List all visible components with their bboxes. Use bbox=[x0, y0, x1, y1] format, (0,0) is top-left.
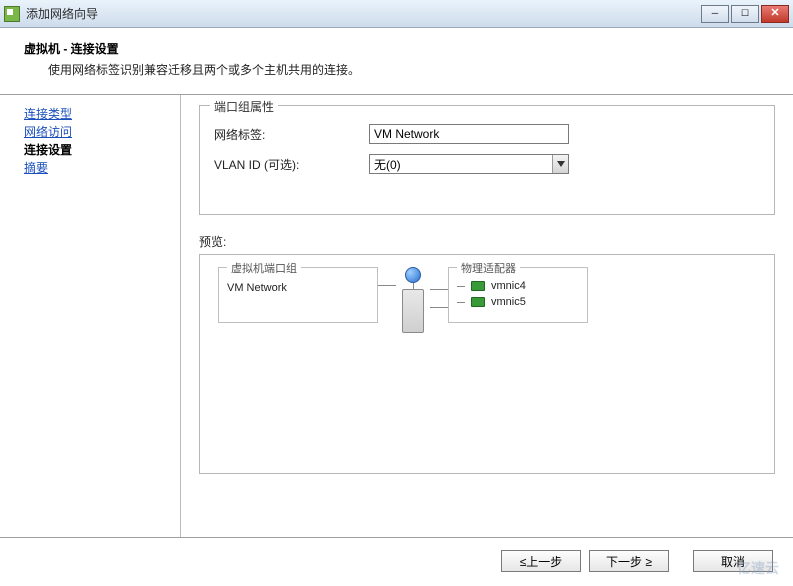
network-label-input[interactable] bbox=[369, 124, 569, 144]
close-button[interactable]: ✕ bbox=[761, 5, 789, 23]
window-title: 添加网络向导 bbox=[26, 5, 701, 22]
cancel-button[interactable]: 取消 bbox=[693, 550, 773, 572]
nic-name: vmnic5 bbox=[491, 296, 526, 308]
connector-line bbox=[378, 285, 396, 286]
network-label-label: 网络标签: bbox=[214, 126, 369, 143]
vlan-select-value: 无(0) bbox=[370, 156, 552, 173]
connector-line bbox=[457, 302, 465, 303]
page-title: 虚拟机 - 连接设置 bbox=[24, 40, 769, 57]
nic-row: vmnic4 bbox=[457, 280, 579, 292]
vm-port-group-name: VM Network bbox=[227, 282, 369, 294]
connector-line bbox=[457, 286, 465, 287]
nic-row: vmnic5 bbox=[457, 296, 579, 308]
connector-line bbox=[430, 307, 448, 308]
app-icon bbox=[4, 6, 20, 22]
vswitch-icon bbox=[402, 289, 424, 333]
physical-adapters-box: 物理适配器 vmnic4 vmnic5 bbox=[448, 267, 588, 323]
vlan-label: VLAN ID (可选): bbox=[214, 156, 369, 173]
titlebar: 添加网络向导 ─ ☐ ✕ bbox=[0, 0, 793, 28]
step-summary[interactable]: 摘要 bbox=[24, 159, 172, 177]
back-button[interactable]: ≤上一步 bbox=[501, 550, 581, 572]
next-button[interactable]: 下一步 ≥ bbox=[589, 550, 669, 572]
vswitch bbox=[402, 267, 424, 333]
vlan-row: VLAN ID (可选): 无(0) bbox=[214, 154, 760, 174]
connector-line bbox=[430, 289, 448, 290]
wizard-footer: ≤上一步 下一步 ≥ 取消 bbox=[501, 550, 773, 572]
physical-adapters-legend: 物理适配器 bbox=[457, 260, 520, 276]
wizard-steps: 连接类型 网络访问 连接设置 摘要 bbox=[0, 95, 180, 537]
wizard-body: 连接类型 网络访问 连接设置 摘要 端口组属性 网络标签: VLAN ID (可… bbox=[0, 95, 793, 537]
preview-label: 预览: bbox=[199, 233, 775, 250]
minimize-button[interactable]: ─ bbox=[701, 5, 729, 23]
page-subtitle: 使用网络标签识别兼容迁移且两个或多个主机共用的连接。 bbox=[48, 61, 769, 78]
nic-name: vmnic4 bbox=[491, 280, 526, 292]
vm-port-group-box: 虚拟机端口组 VM Network bbox=[218, 267, 378, 323]
preview-panel: 虚拟机端口组 VM Network 物理适配器 bbox=[199, 254, 775, 474]
network-label-row: 网络标签: bbox=[214, 124, 760, 144]
divider bbox=[0, 537, 793, 538]
globe-icon bbox=[405, 267, 421, 283]
wizard-content: 端口组属性 网络标签: VLAN ID (可选): 无(0) 预览: 虚拟机 bbox=[180, 95, 793, 537]
maximize-button[interactable]: ☐ bbox=[731, 5, 759, 23]
wizard-header: 虚拟机 - 连接设置 使用网络标签识别兼容迁移且两个或多个主机共用的连接。 bbox=[0, 28, 793, 94]
network-diagram: 虚拟机端口组 VM Network 物理适配器 bbox=[218, 267, 756, 333]
step-connection-settings: 连接设置 bbox=[24, 141, 172, 159]
port-group-properties-legend: 端口组属性 bbox=[210, 98, 278, 115]
window-controls: ─ ☐ ✕ bbox=[701, 5, 789, 23]
vlan-select[interactable]: 无(0) bbox=[369, 154, 569, 174]
vm-port-group-legend: 虚拟机端口组 bbox=[227, 260, 301, 276]
step-network-access[interactable]: 网络访问 bbox=[24, 123, 172, 141]
step-connection-type[interactable]: 连接类型 bbox=[24, 105, 172, 123]
nic-icon bbox=[471, 297, 485, 307]
port-group-properties: 端口组属性 网络标签: VLAN ID (可选): 无(0) bbox=[199, 105, 775, 215]
chevron-down-icon bbox=[552, 155, 568, 173]
nic-icon bbox=[471, 281, 485, 291]
